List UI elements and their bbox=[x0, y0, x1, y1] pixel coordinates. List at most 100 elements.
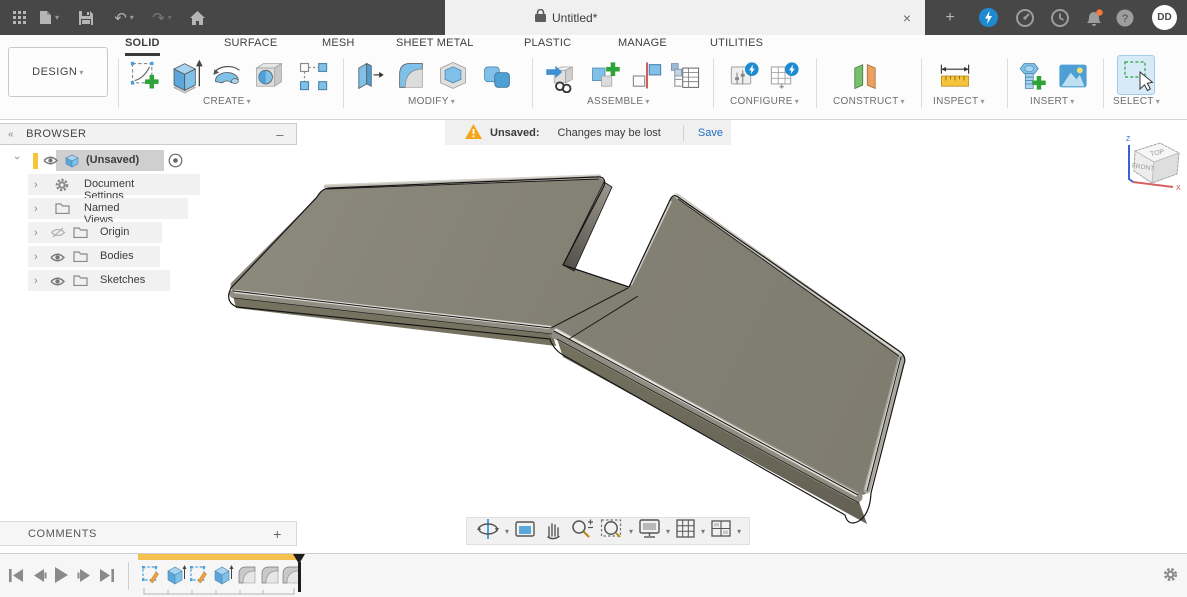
timeline-position-marker[interactable] bbox=[293, 554, 306, 592]
press-pull-icon[interactable] bbox=[352, 59, 386, 93]
notifications-icon[interactable] bbox=[1081, 0, 1105, 35]
chevron-right-icon[interactable]: › bbox=[34, 251, 44, 263]
extrude-icon[interactable] bbox=[166, 57, 206, 97]
timeline-fillet2-icon[interactable] bbox=[259, 563, 281, 587]
close-icon[interactable]: × bbox=[903, 10, 911, 26]
chevron-right-icon[interactable]: › bbox=[34, 227, 44, 239]
construction-plane-icon[interactable] bbox=[848, 59, 882, 93]
caret-down-icon[interactable]: ▾ bbox=[737, 527, 741, 536]
comments-panel[interactable]: COMMENTS + bbox=[0, 521, 297, 546]
workspace-selector[interactable]: DESIGN ▾ bbox=[8, 47, 108, 97]
tree-label[interactable]: Origin bbox=[100, 226, 129, 238]
group-assemble[interactable]: ASSEMBLE▾ bbox=[587, 96, 650, 107]
fillet-icon[interactable] bbox=[394, 59, 428, 93]
tab-plastic[interactable]: PLASTIC bbox=[524, 37, 571, 53]
activate-component-icon[interactable] bbox=[168, 153, 183, 171]
bom-icon[interactable] bbox=[668, 59, 702, 93]
collapse-panel-icon[interactable]: « bbox=[8, 129, 14, 140]
configuration-table-icon[interactable] bbox=[768, 59, 802, 93]
go-to-end-icon[interactable] bbox=[99, 568, 115, 588]
timeline-sketch2-icon[interactable] bbox=[189, 563, 211, 587]
insert-canvas-icon[interactable] bbox=[1056, 59, 1090, 93]
eye-off-icon[interactable] bbox=[50, 226, 66, 242]
eye-icon[interactable] bbox=[50, 275, 65, 291]
step-back-icon[interactable] bbox=[32, 568, 47, 588]
caret-down-icon[interactable]: ▾ bbox=[666, 527, 670, 536]
tab-manage[interactable]: MANAGE bbox=[618, 37, 667, 53]
play-icon[interactable] bbox=[53, 566, 70, 589]
tab-sheet-metal[interactable]: SHEET METAL bbox=[396, 37, 474, 53]
caret-down-icon[interactable]: ▾ bbox=[701, 527, 705, 536]
file-new-icon[interactable]: ▾ bbox=[34, 0, 64, 35]
select-window-icon[interactable] bbox=[1117, 55, 1155, 95]
view-cube[interactable]: TOP FRONT Z X bbox=[1113, 131, 1185, 195]
minimize-panel-icon[interactable]: – bbox=[276, 127, 284, 142]
z-axis-label: Z bbox=[1126, 136, 1131, 143]
group-construct[interactable]: CONSTRUCT▾ bbox=[833, 96, 905, 107]
tab-solid[interactable]: SOLID bbox=[125, 37, 160, 56]
configuration-icon[interactable] bbox=[728, 59, 762, 93]
timeline-rollback-bar[interactable] bbox=[138, 554, 298, 560]
tab-mesh[interactable]: MESH bbox=[322, 37, 355, 53]
tree-label[interactable]: Sketches bbox=[100, 274, 145, 286]
help-icon[interactable]: ? bbox=[1113, 0, 1137, 35]
tab-surface[interactable]: SURFACE bbox=[224, 37, 277, 53]
orbit-icon[interactable] bbox=[476, 518, 500, 545]
group-create[interactable]: CREATE▾ bbox=[203, 96, 251, 107]
add-comment-icon[interactable]: + bbox=[273, 526, 282, 542]
chevron-right-icon[interactable]: › bbox=[34, 179, 44, 191]
save-button[interactable]: Save bbox=[698, 127, 723, 139]
timeline-extrude2-icon[interactable] bbox=[212, 563, 234, 587]
undo-icon[interactable]: ↶ ▾ bbox=[108, 0, 140, 35]
history-icon[interactable] bbox=[1048, 0, 1072, 35]
look-at-icon[interactable] bbox=[514, 519, 536, 544]
viewports-icon[interactable] bbox=[710, 519, 732, 544]
group-inspect[interactable]: INSPECT▾ bbox=[933, 96, 985, 107]
group-select[interactable]: SELECT▾ bbox=[1113, 96, 1160, 107]
combine-icon[interactable] bbox=[480, 59, 514, 93]
zoom-icon[interactable] bbox=[570, 518, 594, 545]
tree-label[interactable]: Bodies bbox=[100, 250, 134, 262]
grid-icon[interactable] bbox=[675, 518, 696, 544]
job-status-icon[interactable] bbox=[976, 0, 1000, 35]
hole-icon[interactable] bbox=[252, 59, 286, 93]
tree-label-root[interactable]: (Unsaved) bbox=[86, 154, 139, 166]
chevron-right-icon[interactable]: › bbox=[34, 203, 44, 215]
new-tab-icon[interactable]: + bbox=[938, 0, 962, 35]
caret-down-icon[interactable]: ▾ bbox=[629, 527, 633, 536]
extensions-icon[interactable] bbox=[1013, 0, 1037, 35]
group-configure[interactable]: CONFIGURE▾ bbox=[730, 96, 799, 107]
timeline-fillet1-icon[interactable] bbox=[236, 563, 258, 587]
insert-fastener-icon[interactable] bbox=[1014, 59, 1048, 93]
app-grid-icon[interactable] bbox=[6, 0, 32, 35]
eye-icon[interactable] bbox=[43, 154, 58, 170]
save-icon[interactable] bbox=[74, 0, 98, 35]
home-icon[interactable] bbox=[184, 0, 210, 35]
redo-icon[interactable]: ↷ ▾ bbox=[146, 0, 178, 35]
shell-icon[interactable] bbox=[436, 59, 470, 93]
create-sketch-icon[interactable] bbox=[128, 59, 162, 93]
caret-down-icon[interactable]: ▾ bbox=[505, 527, 509, 536]
timeline-sketch1-icon[interactable] bbox=[141, 563, 163, 587]
pan-icon[interactable] bbox=[542, 518, 564, 545]
group-insert[interactable]: INSERT▾ bbox=[1030, 96, 1075, 107]
step-forward-icon[interactable] bbox=[77, 568, 92, 588]
eye-icon[interactable] bbox=[50, 251, 65, 267]
chevron-right-icon[interactable]: › bbox=[34, 275, 44, 287]
pattern-icon[interactable] bbox=[296, 59, 330, 93]
go-to-start-icon[interactable] bbox=[8, 568, 24, 588]
insert-derive-icon[interactable] bbox=[544, 59, 578, 93]
document-tab[interactable]: Untitled* × bbox=[445, 0, 925, 35]
new-component-icon[interactable] bbox=[588, 59, 622, 93]
joint-icon[interactable] bbox=[630, 59, 664, 93]
group-modify[interactable]: MODIFY▾ bbox=[408, 96, 455, 107]
display-settings-icon[interactable] bbox=[638, 518, 661, 544]
timeline-settings-gear-icon[interactable] bbox=[1162, 566, 1179, 588]
avatar[interactable]: DD bbox=[1152, 5, 1177, 30]
tab-utilities[interactable]: UTILITIES bbox=[710, 37, 763, 53]
measure-icon[interactable] bbox=[938, 59, 972, 93]
fit-icon[interactable] bbox=[600, 518, 624, 545]
chevron-down-icon[interactable]: › bbox=[11, 156, 23, 166]
revolve-icon[interactable] bbox=[210, 59, 244, 93]
timeline-extrude1-icon[interactable] bbox=[165, 563, 187, 587]
